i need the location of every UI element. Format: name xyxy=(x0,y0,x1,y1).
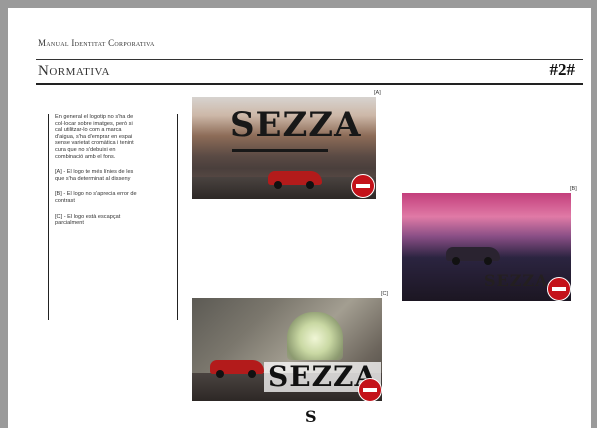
window-frame-top xyxy=(0,0,597,8)
no-entry-icon xyxy=(358,378,382,401)
photo-b-logo: SEZZA xyxy=(484,271,549,290)
intro-paragraph: En general el logotip no s'ha de col·loc… xyxy=(55,114,134,160)
photo-a-logo-text: SEZZA xyxy=(230,105,362,145)
footer-logo-mark: S xyxy=(305,407,317,426)
example-photo-c: SEZZA xyxy=(192,298,382,401)
window-frame-right xyxy=(591,0,597,428)
photo-c-tunnel-light xyxy=(287,312,343,360)
guidelines-text-column: En general el logotip no s'ha de col·loc… xyxy=(48,114,178,320)
example-photo-a: SEZZA xyxy=(192,97,376,199)
header-rule-top xyxy=(36,59,583,60)
photo-c-car xyxy=(210,360,264,378)
window-frame-left xyxy=(0,0,8,428)
photo-a-logo-rule xyxy=(232,149,328,152)
photo-c-label: [C] xyxy=(381,291,389,297)
photo-b-label: [B] xyxy=(570,186,577,192)
example-photo-b: SEZZA xyxy=(402,193,571,301)
photo-a-label: [A] xyxy=(374,90,381,96)
note-c: [C] - El logo està escapçat parcialment xyxy=(55,213,121,227)
manual-title: Manual Identitat Corporativa xyxy=(38,38,155,48)
section-title: Normativa xyxy=(38,63,110,79)
page-number: #2# xyxy=(549,60,576,79)
note-a: [A] - El logo te més línies de les que s… xyxy=(55,169,134,182)
photo-a-logo: SEZZA xyxy=(230,105,362,152)
photo-a-car xyxy=(268,171,322,189)
no-entry-icon xyxy=(547,277,571,301)
photo-b-car xyxy=(446,247,500,265)
no-entry-icon xyxy=(351,174,375,198)
header-rule-bottom xyxy=(36,83,583,85)
note-b: [B] - El logo no s'aprecia error de cont… xyxy=(55,191,137,204)
